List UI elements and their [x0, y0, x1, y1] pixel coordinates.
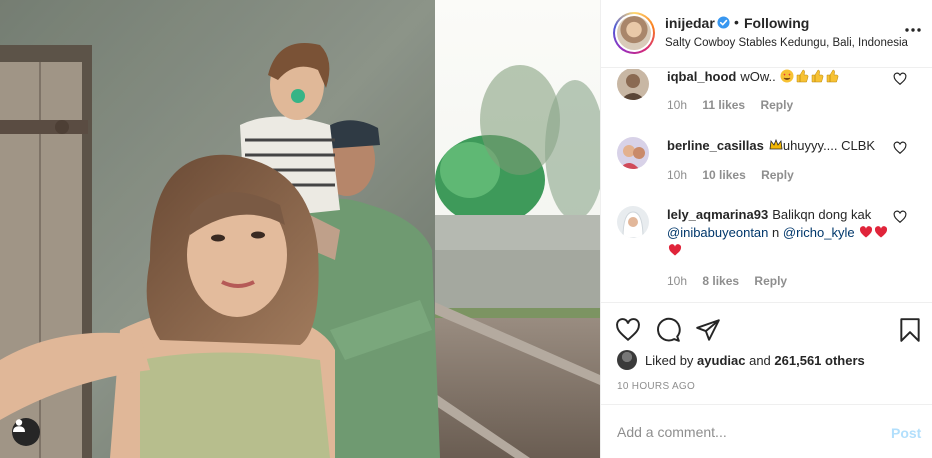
reply-button[interactable]: Reply [754, 274, 787, 288]
thumbs-up-emoji-icon [797, 69, 809, 83]
post-photo[interactable] [0, 0, 600, 458]
comment-composer: Post [601, 404, 932, 458]
comment-meta: 10h 10 likes Reply [667, 168, 806, 182]
comment-meta: 10h 11 likes Reply [667, 98, 805, 112]
comment-likes[interactable]: 11 likes [702, 98, 745, 112]
like-comment-heart-icon[interactable] [893, 141, 907, 155]
comment-time[interactable]: 10h [667, 168, 687, 182]
author-username[interactable]: inijedar [665, 15, 715, 31]
like-heart-icon[interactable] [615, 317, 641, 343]
comment-body-continued: n [772, 225, 780, 240]
likes-conjunction: and [749, 353, 771, 368]
post-header: inijedar • Following Salty Cowboy Stable… [601, 0, 932, 68]
comment-likes[interactable]: 10 likes [702, 168, 745, 182]
likes-prefix: Liked by [645, 353, 694, 368]
separator-dot: • [734, 14, 739, 30]
comment-meta: 10h 8 likes Reply [667, 274, 799, 288]
liker-avatar[interactable] [617, 350, 637, 370]
avatar-image [617, 16, 651, 50]
red-heart-emoji-icon [875, 226, 888, 238]
verified-badge-icon [717, 16, 730, 29]
liker-username[interactable]: ayudiac [697, 353, 745, 368]
likes-text: Liked by ayudiac and 261,561 others [645, 353, 865, 368]
commenter-username[interactable]: berline_casillas [667, 138, 764, 153]
like-comment-heart-icon[interactable] [893, 72, 907, 86]
comment-body: uhuyyy.... CLBK [782, 138, 876, 153]
reply-button[interactable]: Reply [760, 98, 793, 112]
like-comment-heart-icon[interactable] [893, 210, 907, 224]
post-location[interactable]: Salty Cowboy Stables Kedungu, Bali, Indo… [665, 37, 908, 49]
comment-bubble-icon[interactable] [655, 317, 681, 343]
heart-eyes-emoji-icon [780, 69, 794, 83]
comment-body: wOw.. [740, 69, 776, 84]
commenter-avatar[interactable] [617, 137, 649, 169]
mention-link[interactable]: @richo_kyle [783, 225, 855, 240]
post-actions-bar [601, 302, 932, 354]
share-paper-plane-icon[interactable] [695, 317, 721, 343]
crown-emoji-icon [769, 138, 783, 150]
following-button[interactable]: Following [744, 15, 809, 31]
red-heart-emoji-icon [668, 244, 682, 256]
thumbs-up-emoji-icon [827, 69, 839, 83]
comments-list[interactable]: iqbal_hood wOw.. 10h 11 likes Reply berli… [601, 69, 932, 302]
post-side-panel: inijedar • Following Salty Cowboy Stable… [600, 0, 932, 458]
comment-body: Balikqn dong kak [772, 207, 872, 222]
author-avatar[interactable] [613, 12, 655, 54]
person-icon [13, 419, 25, 432]
post-comment-button[interactable]: Post [891, 425, 921, 441]
mention-link[interactable]: @inibabuyeontan [667, 225, 768, 240]
reply-button[interactable]: Reply [761, 168, 794, 182]
comment-likes[interactable]: 8 likes [702, 274, 739, 288]
comment-text: lely_aqmarina93 Balikqn dong kak @inibabu… [667, 206, 892, 260]
red-heart-emoji-icon [860, 226, 873, 238]
user-tag-button[interactable] [12, 418, 40, 446]
commenter-username[interactable]: lely_aqmarina93 [667, 207, 768, 222]
commenter-username[interactable]: iqbal_hood [667, 69, 736, 84]
thumbs-up-emoji-icon [812, 69, 824, 83]
post-timestamp[interactable]: 10 HOURS AGO [617, 381, 695, 392]
comment-text: berline_casillas uhuyyy.... CLBK [667, 137, 892, 155]
more-options-icon[interactable] [903, 20, 923, 40]
save-bookmark-icon[interactable] [897, 317, 923, 343]
commenter-avatar[interactable] [617, 206, 649, 238]
likes-count[interactable]: 261,561 others [774, 353, 864, 368]
commenter-avatar[interactable] [617, 69, 649, 100]
photo-illustration [0, 0, 600, 458]
comment-time[interactable]: 10h [667, 98, 687, 112]
comment-text: iqbal_hood wOw.. [667, 69, 892, 86]
comment-time[interactable]: 10h [667, 274, 687, 288]
add-comment-input[interactable] [617, 421, 867, 443]
